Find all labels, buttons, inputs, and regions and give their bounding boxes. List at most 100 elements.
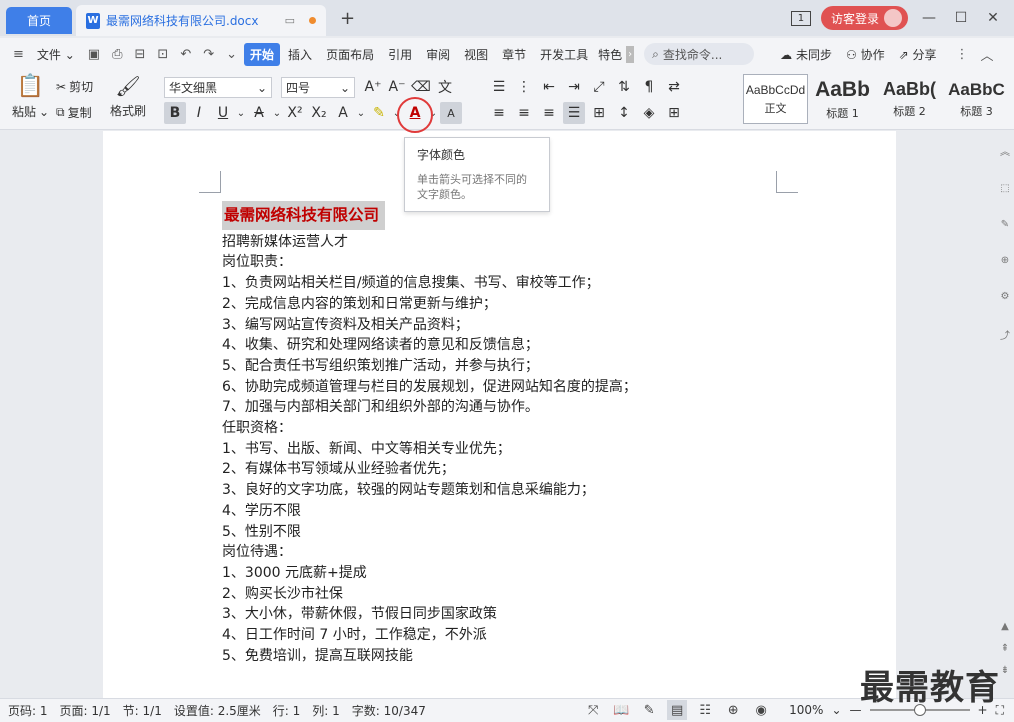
copy-button[interactable]: ⧉ 复制 — [56, 104, 92, 121]
strikethrough-icon[interactable]: A — [248, 102, 270, 124]
visitor-login-button[interactable]: 访客登录 — [820, 6, 908, 30]
page-up-icon[interactable]: ⇞ — [999, 643, 1011, 654]
tab-stop-icon[interactable]: ⇄ — [663, 76, 685, 98]
chevron-down-icon[interactable]: ⌄ — [356, 102, 366, 124]
print-icon[interactable]: ⊟ — [130, 44, 151, 65]
underline-icon[interactable]: U — [212, 102, 234, 124]
justify-icon[interactable]: ☰ — [563, 102, 585, 124]
command-search[interactable]: ⌕ 查找命令... — [644, 43, 755, 65]
select-icon[interactable]: ⬚ — [999, 183, 1011, 194]
clear-format-icon[interactable]: ⌫ — [410, 76, 432, 98]
read-mode-icon[interactable]: 📖 — [611, 700, 631, 720]
eye-protect-icon[interactable]: ◉ — [751, 700, 771, 720]
decrease-font-icon[interactable]: A⁻ — [386, 76, 408, 98]
superscript-icon[interactable]: X² — [284, 102, 306, 124]
export-pdf-icon[interactable]: ⊡ — [152, 44, 173, 65]
increase-font-icon[interactable]: A⁺ — [362, 76, 384, 98]
close-icon[interactable]: ✕ — [982, 10, 1004, 26]
tab-review[interactable]: 审阅 — [420, 43, 456, 66]
hamburger-icon[interactable]: ≡ — [8, 44, 29, 65]
tab-developer[interactable]: 开发工具 — [534, 43, 594, 66]
collapse-ribbon-icon[interactable]: ︿ — [976, 42, 999, 67]
status-word-count[interactable]: 字数: 10/347 — [352, 702, 426, 719]
chevron-down-icon[interactable]: ⌄ — [221, 44, 242, 65]
tab-view[interactable]: 视图 — [458, 43, 494, 66]
tab-document[interactable]: W 最需网络科技有限公司.docx ▭ — [76, 5, 326, 36]
distribute-icon[interactable]: ⊞ — [588, 102, 610, 124]
share-panel-icon[interactable]: ⤴ — [999, 327, 1011, 342]
font-size-select[interactable]: 四号 ⌄ — [281, 77, 355, 98]
line-spacing-icon[interactable]: ↕ — [613, 102, 635, 124]
italic-icon[interactable]: I — [188, 102, 210, 124]
chevron-down-icon[interactable]: ⌄ — [236, 102, 246, 124]
shading-icon[interactable]: ◈ — [638, 102, 660, 124]
sync-button[interactable]: ☁ 未同步 — [774, 43, 838, 66]
cut-button[interactable]: ✂ 剪切 — [56, 78, 93, 95]
bold-icon[interactable]: B — [164, 102, 186, 124]
highlight-icon[interactable]: ✎ — [368, 102, 390, 124]
tab-home[interactable]: 首页 — [6, 7, 72, 34]
window-count-badge[interactable]: 1 — [790, 10, 811, 26]
undo-icon[interactable]: ↶ — [175, 44, 196, 65]
new-tab-button[interactable]: + — [340, 8, 355, 29]
align-right-icon[interactable]: ≡ — [538, 102, 560, 124]
chinese-layout-icon[interactable]: ⤢ — [588, 76, 610, 98]
sort-icon[interactable]: ⇅ — [613, 76, 635, 98]
tab-insert[interactable]: 插入 — [282, 43, 318, 66]
page-view-icon[interactable]: ▤ — [667, 700, 688, 720]
file-menu[interactable]: 文件 ⌄ — [31, 43, 81, 66]
monitor-icon[interactable]: ▭ — [285, 14, 295, 27]
tab-features[interactable]: 特色 — [596, 43, 624, 66]
share-button[interactable]: ⇗ 分享 — [893, 43, 943, 66]
more-icon[interactable]: ⋮ — [951, 44, 974, 65]
chevron-down-icon[interactable]: ⌄ — [272, 102, 282, 124]
zoom-icon[interactable]: ⊕ — [999, 255, 1011, 266]
bullet-list-icon[interactable]: ☰ — [488, 76, 510, 98]
maximize-icon[interactable]: ☐ — [950, 10, 972, 26]
tab-page-layout[interactable]: 页面布局 — [320, 43, 380, 66]
web-view-icon[interactable]: ⊕ — [723, 700, 743, 720]
borders-icon[interactable]: ⊞ — [663, 102, 685, 124]
subscript-icon[interactable]: X₂ — [308, 102, 330, 124]
status-section[interactable]: 节: 1/1 — [123, 702, 162, 719]
zoom-level[interactable]: 100% — [789, 703, 823, 717]
settings-icon[interactable]: ⚙ — [999, 291, 1011, 302]
style-heading-2[interactable]: AaBb( 标题 2 — [877, 74, 942, 124]
char-border-icon[interactable]: A — [440, 102, 462, 124]
print-preview-icon[interactable]: ⎙ — [107, 44, 127, 65]
scroll-up-icon[interactable]: ▲ — [999, 621, 1011, 632]
redo-icon[interactable]: ↷ — [198, 44, 219, 65]
collab-button[interactable]: ⚇ 协作 — [840, 43, 891, 66]
status-col[interactable]: 列: 1 — [312, 702, 340, 719]
status-pages[interactable]: 页面: 1/1 — [60, 702, 111, 719]
status-row[interactable]: 行: 1 — [273, 702, 301, 719]
show-marks-icon[interactable]: ¶ — [638, 76, 660, 98]
zoom-dropdown-icon[interactable]: ⌄ — [831, 703, 841, 717]
paste-button[interactable]: 📋 粘贴 ⌄ — [12, 74, 49, 120]
scroll-tabs-icon[interactable]: › — [626, 45, 635, 63]
outline-view-icon[interactable]: ☷ — [695, 700, 715, 720]
collapse-up-icon[interactable]: ︽ — [999, 143, 1011, 158]
format-painter-button[interactable]: 🖌 格式刷 — [110, 74, 146, 119]
save-icon[interactable]: ▣ — [83, 44, 105, 65]
status-page-number[interactable]: 页码: 1 — [8, 702, 48, 719]
align-center-icon[interactable]: ≡ — [513, 102, 535, 124]
page-down-icon[interactable]: ⇟ — [999, 665, 1011, 676]
increase-indent-icon[interactable]: ⇥ — [563, 76, 585, 98]
style-panel-icon[interactable]: ✎ — [999, 219, 1011, 230]
text-effect-icon[interactable]: A — [332, 102, 354, 124]
numbered-list-icon[interactable]: ⋮ — [513, 76, 535, 98]
style-normal[interactable]: AaBbCcDd 正文 — [743, 74, 808, 124]
style-heading-1[interactable]: AaBb 标题 1 — [810, 74, 875, 124]
status-setting[interactable]: 设置值: 2.5厘米 — [174, 702, 261, 719]
document-page[interactable]: 最需网络科技有限公司 招聘新媒体运营人才 岗位职责： 1、负责网站相关栏目/频道… — [103, 131, 896, 698]
decrease-indent-icon[interactable]: ⇤ — [538, 76, 560, 98]
align-left-icon[interactable]: ≡ — [488, 102, 510, 124]
font-name-select[interactable]: 华文细黑 ⌄ — [164, 77, 272, 98]
zoom-slider[interactable] — [869, 704, 970, 716]
tab-references[interactable]: 引用 — [382, 43, 418, 66]
write-mode-icon[interactable]: ✎ — [639, 700, 659, 720]
phonetic-guide-icon[interactable]: 文 — [434, 76, 456, 98]
tab-chapter[interactable]: 章节 — [496, 43, 532, 66]
document-body[interactable]: 最需网络科技有限公司 招聘新媒体运营人才 岗位职责： 1、负责网站相关栏目/频道… — [222, 201, 637, 666]
